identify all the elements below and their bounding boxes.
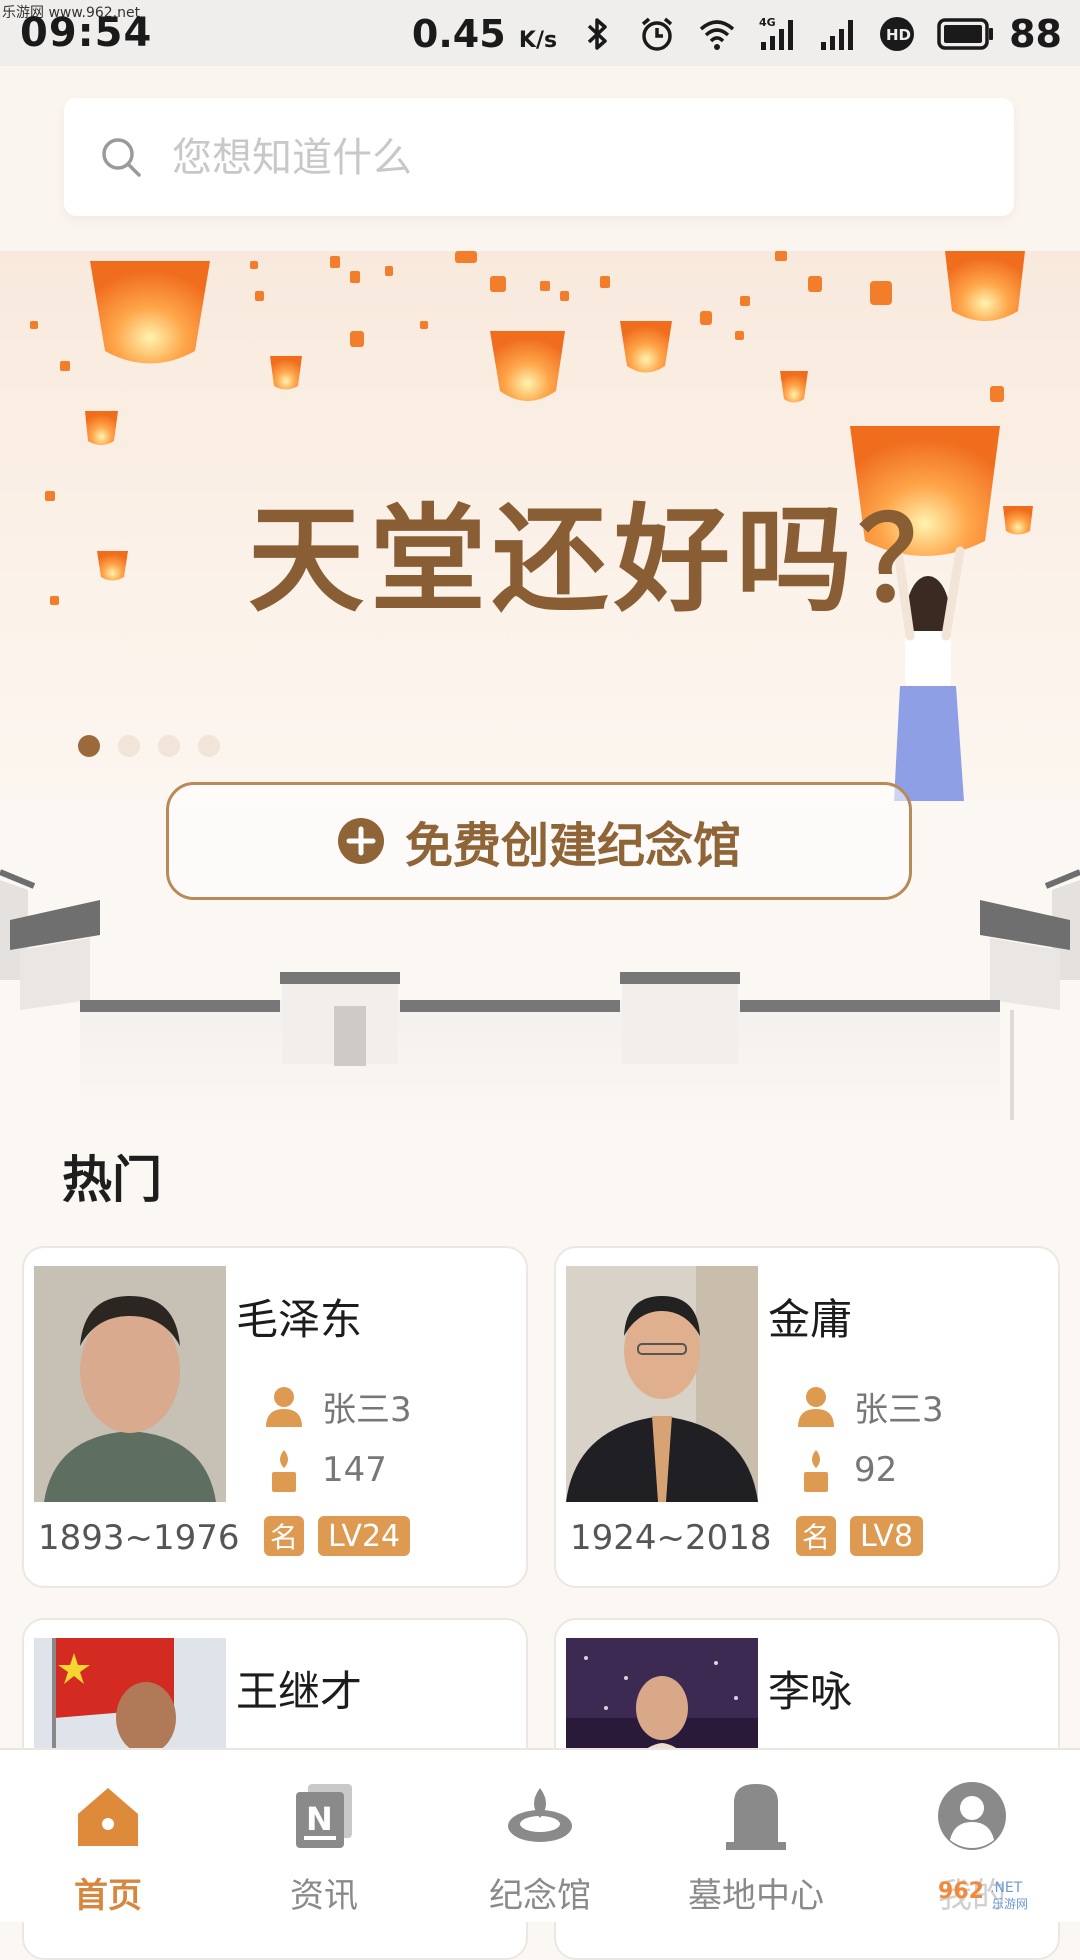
svg-text:.NET: .NET — [990, 1880, 1023, 1896]
carousel-dot-1[interactable] — [78, 735, 100, 757]
nav-item-news[interactable]: N 资讯 — [216, 1750, 432, 1922]
nav-label: 纪念馆 — [489, 1876, 591, 1916]
candle-count: 147 — [322, 1450, 387, 1490]
portrait-image — [34, 1266, 226, 1502]
carousel-dot-2[interactable] — [118, 735, 140, 757]
wifi-icon — [699, 20, 735, 50]
level-badge: LV24 — [318, 1516, 411, 1556]
svg-text:4G: 4G — [759, 16, 776, 29]
candle-count: 92 — [854, 1450, 898, 1490]
battery-level: 88 — [1009, 12, 1062, 56]
profile-icon — [938, 1782, 1006, 1850]
memorial-card[interactable]: 毛泽东 张三3 147 1893~1976 名 LV24 — [22, 1246, 528, 1588]
nav-item-home[interactable]: 首页 — [0, 1750, 216, 1922]
svg-text:乐游网: 乐游网 — [992, 1897, 1028, 1911]
plus-circle-icon — [337, 818, 384, 864]
signal-icon — [821, 20, 854, 50]
memorial-card[interactable]: 金庸 张三3 92 1924~2018 名 LV8 — [554, 1246, 1060, 1588]
card-name: 李咏 — [768, 1667, 853, 1716]
life-years: 1924~2018 — [570, 1518, 772, 1558]
search-area — [0, 66, 1080, 251]
svg-text:962: 962 — [938, 1879, 984, 1904]
portrait-image — [566, 1266, 758, 1502]
status-time: 09:54 — [20, 10, 153, 56]
network-speed-unit: K/s — [518, 28, 558, 53]
nav-item-memorial[interactable]: 纪念馆 — [432, 1750, 648, 1922]
carousel-dots — [78, 735, 220, 757]
creator-row: 张三3 — [796, 1382, 944, 1431]
creator-name: 张三3 — [322, 1390, 412, 1430]
card-name: 毛泽东 — [236, 1295, 363, 1344]
network-speed-value: 0.45 — [411, 12, 506, 56]
nav-label: 首页 — [74, 1876, 142, 1916]
person-icon — [798, 1386, 834, 1427]
status-bar: 乐游网 www.962.net 09:54 0.45 K/s 4G HD 88 — [0, 0, 1080, 66]
svg-text:N: N — [306, 1800, 333, 1838]
svg-text:HD: HD — [886, 26, 911, 44]
bluetooth-icon — [587, 18, 607, 50]
news-icon: N — [296, 1784, 352, 1848]
status-right-group: 0.45 K/s 4G HD 88 — [412, 8, 1062, 60]
search-input[interactable] — [170, 124, 974, 192]
famous-badge: 名 — [264, 1516, 304, 1556]
memorial-icon — [508, 1788, 572, 1842]
bottom-navigation: 首页 N 资讯 纪念馆 墓地中心 我的 — [0, 1748, 1080, 1922]
carousel-dot-3[interactable] — [158, 735, 180, 757]
badge-group: 名 LV24 — [264, 1516, 411, 1556]
site-watermark-logo: 962 .NET 乐游网 — [932, 1872, 1072, 1912]
candle-row: 147 — [264, 1448, 387, 1492]
famous-badge: 名 — [796, 1516, 836, 1556]
battery-icon — [937, 18, 994, 50]
creator-name: 张三3 — [854, 1390, 944, 1430]
banner-carousel[interactable]: 天堂还好吗？ — [0, 251, 1080, 801]
create-memorial-button[interactable]: 免费创建纪念馆 — [166, 782, 912, 900]
home-icon — [78, 1788, 138, 1846]
nav-label: 墓地中心 — [688, 1876, 824, 1916]
nav-item-cemetery[interactable]: 墓地中心 — [648, 1750, 864, 1922]
search-icon — [102, 138, 141, 177]
badge-group: 名 LV8 — [796, 1516, 924, 1556]
card-name: 王继才 — [236, 1667, 363, 1716]
section-title-hot: 热门 — [62, 1151, 162, 1209]
creator-row: 张三3 — [264, 1382, 412, 1431]
person-icon — [266, 1386, 302, 1427]
signal-4g-icon: 4G — [759, 16, 794, 50]
create-memorial-label: 免费创建纪念馆 — [404, 818, 741, 874]
card-name: 金庸 — [768, 1295, 853, 1344]
tombstone-icon — [726, 1784, 786, 1850]
search-bar[interactable] — [64, 98, 1014, 216]
candle-icon — [272, 1450, 296, 1492]
nav-label: 资讯 — [290, 1876, 358, 1916]
battery-indicator: 88 — [937, 12, 1062, 56]
banner-title: 天堂还好吗？ — [248, 493, 980, 628]
candle-icon — [804, 1450, 828, 1492]
network-speed: 0.45 K/s — [412, 12, 557, 56]
carousel-dot-4[interactable] — [198, 735, 220, 757]
hd-icon: HD — [880, 17, 915, 51]
alarm-icon — [641, 17, 673, 51]
candle-row: 92 — [796, 1448, 897, 1492]
level-badge: LV8 — [850, 1516, 924, 1556]
life-years: 1893~1976 — [38, 1518, 240, 1558]
